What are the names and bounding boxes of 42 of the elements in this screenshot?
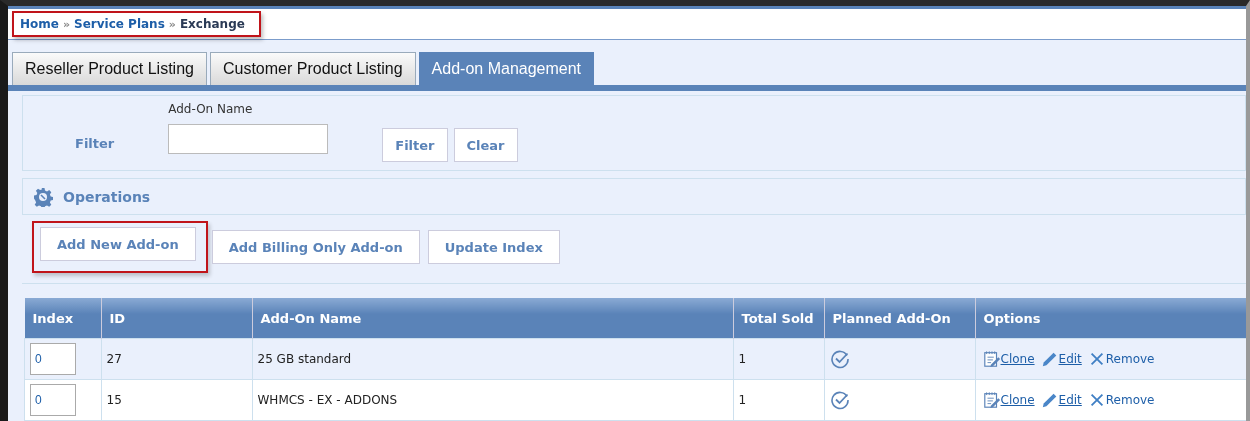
column-header: Options [975, 298, 1246, 339]
index-field[interactable]: 0 [30, 343, 76, 375]
pencil-icon [1040, 350, 1059, 368]
option-link[interactable]: Clone [1000, 352, 1035, 366]
action-button[interactable]: Update Index [427, 230, 560, 264]
column-header: Add-On Name [252, 298, 733, 339]
column-header: Index [24, 298, 101, 339]
field-label: Add-On Name [168, 102, 254, 116]
column-header: Planned Add-On [824, 298, 975, 339]
table-cell: WHMCS - EX - ADDONS [252, 379, 733, 421]
table-cell: 15 [101, 379, 252, 421]
breadcrumb-link[interactable]: Service Plans [74, 17, 165, 31]
table-cell: 27 [101, 338, 252, 380]
tab[interactable]: Reseller Product Listing [12, 52, 207, 85]
filter-button[interactable]: Clear [453, 128, 518, 162]
gear-icon [33, 186, 53, 207]
section-title: Operations [63, 188, 151, 205]
option-link[interactable]: Remove [1105, 352, 1155, 366]
table-cell: 25 GB standard [252, 338, 733, 380]
add-on-name-field[interactable] [168, 124, 329, 154]
breadcrumb-separator: » [62, 17, 71, 31]
notepad-icon [982, 350, 1001, 368]
column-header: Total Sold [733, 298, 824, 339]
notepad-icon [982, 391, 1001, 409]
index-field[interactable]: 0 [30, 384, 76, 416]
option-link[interactable]: Edit [1058, 393, 1082, 407]
pencil-icon [1040, 391, 1059, 409]
action-button[interactable]: Add Billing Only Add-on [211, 230, 420, 264]
breadcrumb-separator: » [168, 17, 176, 31]
column-header: ID [101, 298, 252, 339]
option-link[interactable]: Clone [1000, 393, 1035, 407]
action-button[interactable]: Add New Add-on [40, 227, 196, 261]
breadcrumb-link[interactable]: Home [20, 17, 59, 31]
filter-label: Filter [75, 136, 115, 151]
breadcrumb-current: Exchange [179, 17, 245, 31]
table-cell: 1 [733, 379, 824, 421]
filter-button[interactable]: Filter [382, 128, 448, 162]
option-link[interactable]: Edit [1058, 352, 1082, 366]
tab[interactable]: Add-on Management [418, 52, 595, 85]
option-link[interactable]: Remove [1105, 393, 1155, 407]
tab[interactable]: Customer Product Listing [209, 52, 416, 85]
table-cell: 1 [733, 338, 824, 380]
